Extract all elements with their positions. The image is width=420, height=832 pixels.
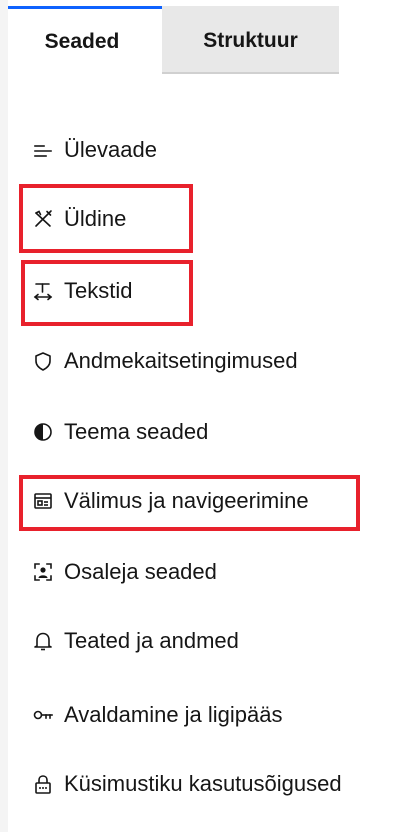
menu-item-label: Teated ja andmed (64, 628, 239, 653)
menu-item-label: Avaldamine ja ligipääs (64, 702, 283, 727)
tab-seaded[interactable]: Seaded (8, 6, 162, 74)
menu-item-label: Välimus ja navigeerimine (64, 488, 309, 513)
tab-struktuur[interactable]: Struktuur (162, 6, 339, 74)
tab-seaded-label: Seaded (44, 29, 120, 53)
menu-item-label: Tekstid (64, 278, 133, 303)
contrast-icon (32, 421, 54, 443)
menu-item-label: Ülevaade (64, 137, 157, 162)
key-icon (32, 704, 54, 726)
layout-icon (32, 490, 54, 512)
left-edge (0, 0, 8, 832)
text-icon (32, 280, 54, 302)
overview-icon (32, 139, 54, 161)
menu-item-label: Küsimustiku kasutusõigused (64, 771, 342, 796)
settings-panel: Seaded Struktuur Ülevaade Üldine Tekstid… (0, 0, 420, 832)
menu-item-label: Teema seaded (64, 419, 209, 444)
bell-icon (32, 630, 54, 652)
participant-icon (32, 561, 54, 583)
menu-item-label: Osaleja seaded (64, 559, 217, 584)
tab-bar: Seaded Struktuur (8, 6, 339, 74)
menu-item-label: Üldine (64, 206, 127, 231)
lock-icon (32, 773, 54, 795)
tools-icon (32, 208, 54, 230)
menu-item-label: Andmekaitsetingimused (64, 348, 298, 373)
shield-icon (32, 350, 54, 372)
tab-struktuur-label: Struktuur (203, 28, 298, 52)
